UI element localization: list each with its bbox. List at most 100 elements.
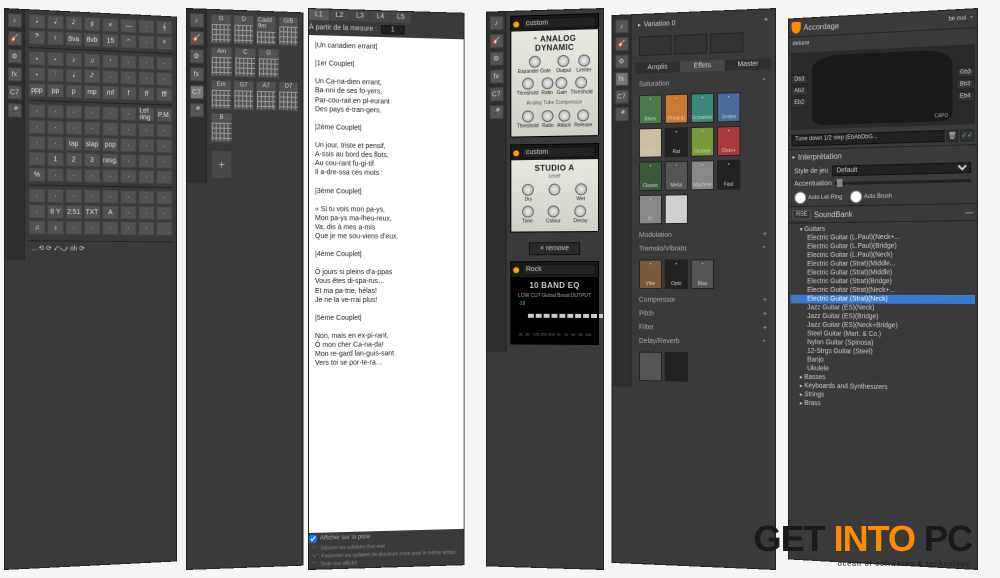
eq-band-62[interactable] bbox=[536, 301, 542, 331]
notation-cell[interactable]: · bbox=[121, 55, 137, 69]
knob-Tone[interactable] bbox=[522, 206, 534, 218]
notation-cell[interactable]: · bbox=[102, 221, 119, 235]
soundbank-close[interactable]: — bbox=[965, 208, 973, 217]
notation-cell[interactable]: 𝄐 bbox=[121, 34, 137, 48]
sidebar-chord-icon[interactable]: C7 bbox=[489, 87, 503, 101]
knob-Decay[interactable] bbox=[575, 205, 587, 217]
knob-Expander Gate[interactable] bbox=[528, 56, 540, 68]
sidebar-gear-icon[interactable]: ⚙ bbox=[189, 49, 203, 63]
notation-cell[interactable]: · bbox=[156, 72, 172, 86]
notation-cell[interactable]: ppp bbox=[29, 83, 46, 98]
peg-eb4[interactable]: Eb4 bbox=[956, 91, 975, 102]
chord-C[interactable]: C bbox=[234, 48, 256, 78]
notation-cell[interactable]: · bbox=[121, 107, 137, 121]
notation-cell[interactable]: 2 bbox=[66, 152, 82, 166]
sidebar-mic-icon[interactable]: 🎤 bbox=[615, 107, 628, 121]
sidebar-chord-icon[interactable]: C7 bbox=[615, 90, 628, 104]
notation-cell[interactable]: p bbox=[66, 84, 82, 98]
eq-band-125[interactable] bbox=[544, 301, 550, 331]
notation-cell[interactable]: TXT bbox=[84, 205, 100, 219]
variation-label[interactable]: Variation 0 bbox=[644, 17, 761, 29]
lyrics-tab-L4[interactable]: L4 bbox=[371, 11, 390, 22]
pedal-Disto+[interactable]: •Disto+ bbox=[717, 126, 740, 156]
notation-cell[interactable]: 𝅘𝅥𝅮 bbox=[66, 16, 82, 31]
apply-tuning-button[interactable]: ✓✓ bbox=[960, 129, 974, 141]
pedal-Metal[interactable]: •Metal bbox=[665, 161, 688, 191]
tree-item[interactable]: Electric Guitar (Strat)(Bridge) bbox=[791, 277, 975, 286]
notation-cell[interactable]: · bbox=[139, 35, 155, 49]
pedal-delay[interactable] bbox=[639, 352, 662, 382]
pedal-Preamp[interactable]: •Preamp bbox=[665, 94, 688, 124]
show-on-track-checkbox[interactable] bbox=[309, 535, 317, 543]
notation-cell[interactable]: · bbox=[121, 169, 137, 183]
pedal-Opto[interactable]: •Opto bbox=[665, 259, 688, 289]
sidebar-gear-icon[interactable]: ⚙ bbox=[489, 52, 503, 66]
sidebar-gear-icon[interactable]: ⚙ bbox=[615, 54, 628, 68]
notation-cell[interactable]: 8va bbox=[66, 32, 82, 47]
tree-item[interactable]: Electric Guitar (Strat)(Neck+... bbox=[791, 286, 975, 295]
notation-cell[interactable]: ♪ bbox=[66, 53, 82, 67]
notation-cell[interactable]: · bbox=[139, 123, 155, 137]
notation-cell[interactable]: 3 bbox=[84, 153, 100, 167]
notation-cell[interactable]: mf bbox=[102, 86, 119, 100]
sidebar-mic-icon[interactable]: 🎤 bbox=[489, 105, 503, 119]
notation-cell[interactable]: 𝅘𝅥𝅯 bbox=[84, 69, 100, 83]
notation-cell[interactable]: · bbox=[66, 105, 82, 119]
notation-cell[interactable]: · bbox=[156, 124, 172, 138]
notation-cell[interactable]: A bbox=[102, 205, 119, 219]
tuning-preset-dropdown[interactable]: Tune down 1/2 step (EbAbDbG... bbox=[792, 130, 945, 146]
sidebar-mic-icon[interactable]: 🎤 bbox=[7, 103, 21, 117]
add-chord-button[interactable]: + bbox=[211, 149, 233, 179]
notation-cell[interactable]: · bbox=[47, 104, 63, 118]
tree-item[interactable]: Electric Guitar (Strat)(Middle) bbox=[791, 268, 975, 277]
rack2-preset[interactable]: custom bbox=[522, 146, 596, 158]
notation-cell[interactable]: · bbox=[84, 221, 100, 235]
knob-Threshold[interactable] bbox=[522, 78, 534, 90]
notation-cell[interactable]: ♫ bbox=[29, 220, 46, 234]
notation-cell[interactable]: · bbox=[139, 139, 155, 153]
notation-cell[interactable]: ♮ bbox=[47, 31, 63, 46]
notation-cell[interactable]: · bbox=[102, 122, 119, 136]
accent-slider[interactable] bbox=[835, 179, 971, 185]
notation-cell[interactable]: fff bbox=[156, 88, 172, 102]
notation-cell[interactable]: · bbox=[139, 20, 155, 34]
knob-Gain[interactable] bbox=[556, 77, 568, 89]
eq-band-16k[interactable] bbox=[599, 301, 603, 331]
pedal-Rat[interactable]: •Rat bbox=[665, 127, 688, 157]
chord-G[interactable]: G bbox=[211, 14, 232, 45]
sidebar-guitar-icon[interactable]: 🎸 bbox=[189, 31, 203, 45]
knob-Threshold[interactable] bbox=[522, 110, 534, 122]
lyrics-textarea[interactable]: |Un canadien errant| |1er Couplet| Un Ca… bbox=[309, 35, 464, 533]
knob-Limiter[interactable] bbox=[578, 54, 590, 66]
rack3-preset[interactable]: Rock bbox=[522, 264, 596, 275]
delete-preset-button[interactable]: 🗑 bbox=[947, 130, 959, 142]
peg-db3[interactable]: Db3 bbox=[791, 74, 808, 84]
knob-Threshold[interactable] bbox=[576, 76, 588, 88]
notation-cell[interactable]: 𝅘𝅥 bbox=[66, 68, 82, 82]
peg-eb2[interactable]: Eb2 bbox=[791, 98, 808, 108]
pedal-Machine[interactable]: •Machine bbox=[691, 160, 714, 190]
notation-cell[interactable]: slap bbox=[84, 137, 100, 151]
pedal-Jorden[interactable]: •Jorden bbox=[717, 92, 740, 122]
notation-cell[interactable]: · bbox=[139, 190, 155, 204]
sidebar-note-icon[interactable]: ♪ bbox=[189, 13, 203, 27]
auto-letring-radio[interactable] bbox=[794, 191, 806, 204]
lyrics-tab-L2[interactable]: L2 bbox=[330, 10, 350, 22]
notation-cell[interactable]: · bbox=[66, 168, 82, 182]
notation-cell[interactable]: 1 bbox=[47, 152, 63, 166]
sidebar-mic-icon[interactable]: 🎤 bbox=[189, 103, 203, 117]
notation-cell[interactable]: 𝄾 bbox=[102, 54, 119, 68]
peg-ab2[interactable]: Ab2 bbox=[791, 86, 808, 96]
eq-band-4k[interactable] bbox=[583, 301, 589, 331]
style-select[interactable]: Default bbox=[832, 162, 971, 176]
notation-cell[interactable]: × bbox=[102, 18, 119, 33]
knob-Wet[interactable] bbox=[575, 183, 587, 195]
notation-cell[interactable]: · bbox=[139, 56, 155, 70]
notation-cell[interactable]: pp bbox=[47, 84, 63, 98]
notation-cell[interactable]: ♫ bbox=[84, 53, 100, 67]
notation-cell[interactable]: 15 bbox=[102, 33, 119, 47]
notation-cell[interactable] bbox=[156, 222, 172, 236]
knob-Ratio[interactable] bbox=[541, 77, 553, 89]
chord-G7[interactable]: G7 bbox=[233, 80, 254, 110]
notation-cell[interactable]: 𝅗𝅥 bbox=[29, 14, 46, 29]
